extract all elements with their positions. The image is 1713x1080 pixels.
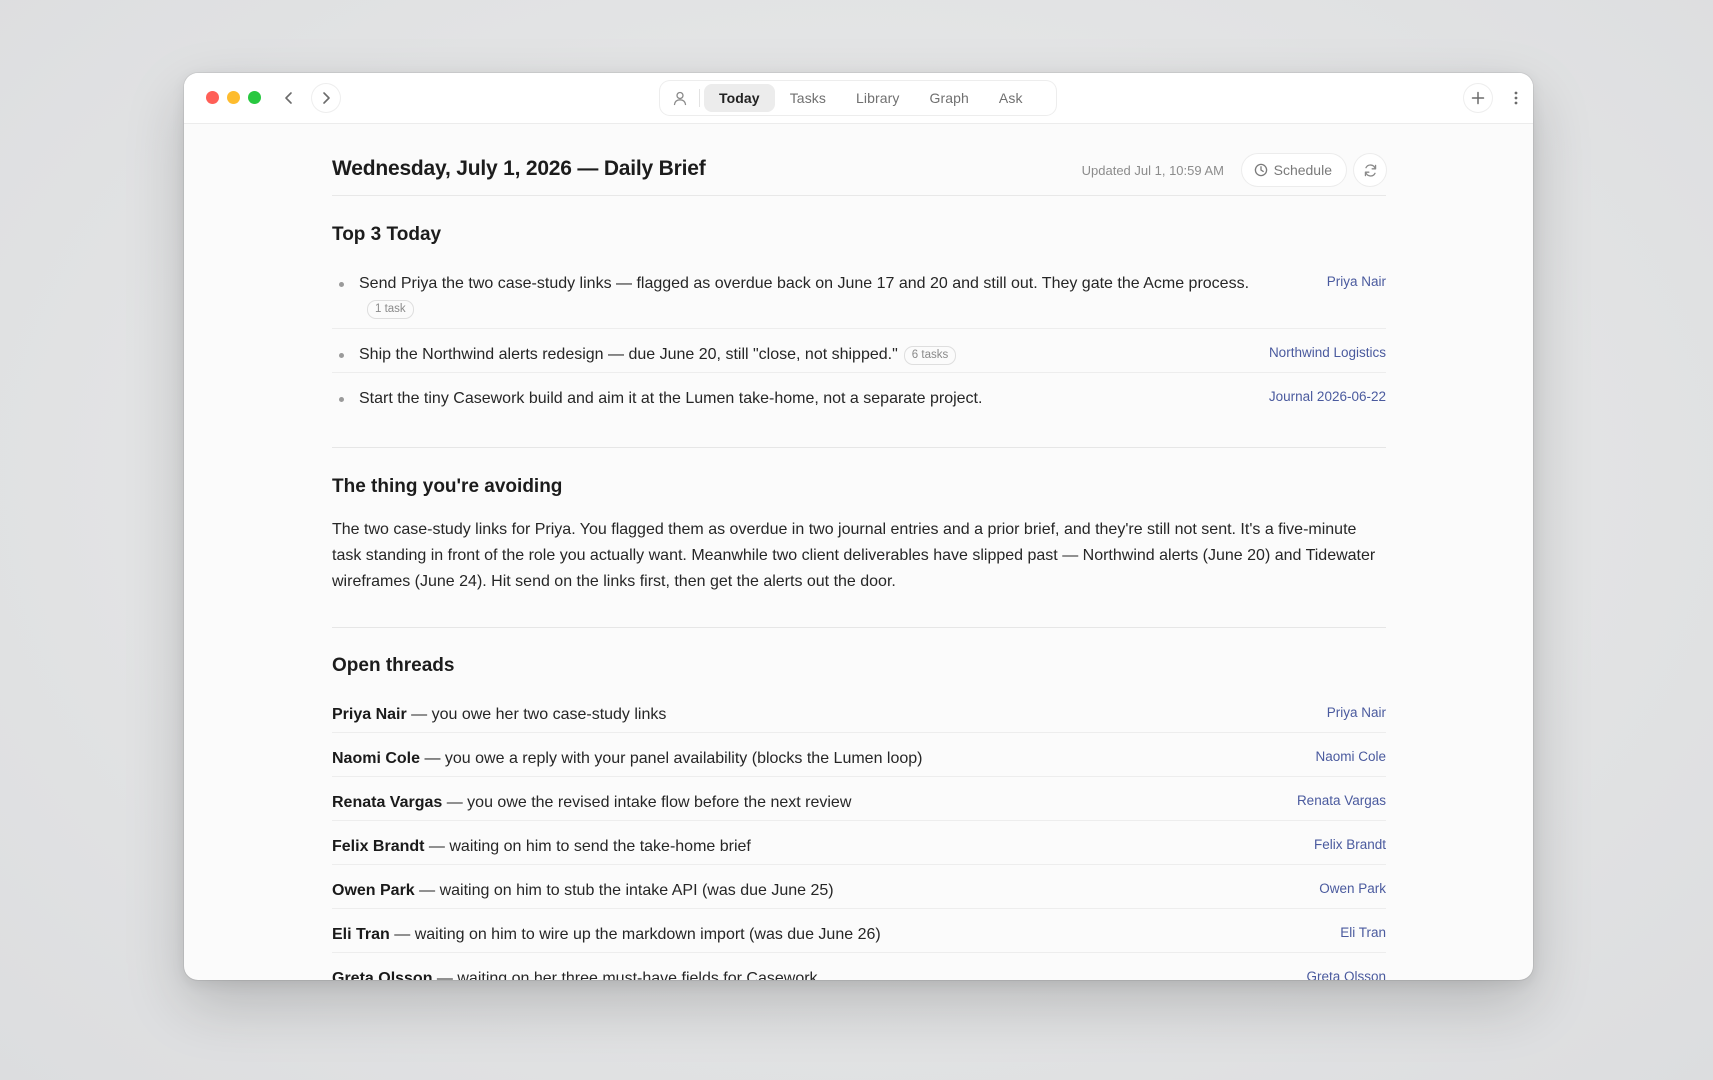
- more-vertical-icon: [1514, 91, 1518, 105]
- thread-detail: — waiting on him to send the take-home b…: [424, 838, 751, 855]
- thread-text: Naomi Cole — you owe a reply with your p…: [332, 748, 923, 770]
- thread-detail: — you owe a reply with your panel availa…: [420, 750, 923, 767]
- thread-detail: — waiting on him to stub the intake API …: [414, 882, 834, 899]
- thread-link[interactable]: Eli Tran: [1340, 925, 1386, 940]
- top3-item-text-wrap: Ship the Northwind alerts redesign — due…: [359, 344, 957, 366]
- thread-person: Renata Vargas: [332, 794, 443, 811]
- task-count-badge[interactable]: 1 task: [367, 300, 414, 319]
- top3-item: Start the tiny Casework build and aim it…: [332, 388, 1386, 416]
- tab-tasks[interactable]: Tasks: [775, 84, 841, 112]
- avoiding-title: The thing you're avoiding: [332, 476, 563, 497]
- top3-item-link[interactable]: Journal 2026-06-22: [1269, 389, 1386, 404]
- section-divider: [332, 447, 1386, 448]
- thread-person: Eli Tran: [332, 926, 390, 943]
- thread-person: Priya Nair: [332, 706, 407, 723]
- threads-title: Open threads: [332, 655, 455, 676]
- thread-row: Felix Brandt — waiting on him to send th…: [332, 836, 1386, 865]
- app-window: Today Tasks Library Graph Ask Wednesday,…: [184, 73, 1533, 980]
- thread-text: Priya Nair — you owe her two case-study …: [332, 704, 666, 726]
- thread-text: Eli Tran — waiting on him to wire up the…: [332, 924, 881, 946]
- add-button[interactable]: [1464, 84, 1492, 112]
- thread-text: Renata Vargas — you owe the revised inta…: [332, 792, 851, 814]
- close-window-button[interactable]: [206, 91, 219, 104]
- thread-detail: — waiting on him to wire up the markdown…: [389, 926, 881, 943]
- tab-separator: [699, 89, 700, 107]
- profile-button[interactable]: [663, 81, 697, 115]
- chevron-right-icon: [323, 92, 330, 104]
- avoiding-body: The two case-study links for Priya. You …: [332, 521, 1376, 590]
- chevron-left-icon: [285, 92, 292, 104]
- plus-icon: [1471, 91, 1485, 105]
- thread-person: Greta Olsson: [332, 970, 433, 980]
- updated-timestamp: Updated Jul 1, 10:59 AM: [1081, 163, 1224, 178]
- top3-title: Top 3 Today: [332, 224, 442, 245]
- user-icon: [673, 91, 687, 106]
- top3-item-link[interactable]: Northwind Logistics: [1269, 345, 1386, 360]
- thread-person: Naomi Cole: [332, 750, 421, 767]
- schedule-label: Schedule: [1273, 162, 1332, 178]
- zoom-window-button[interactable]: [248, 91, 261, 104]
- thread-person: Felix Brandt: [332, 838, 425, 855]
- thread-detail: — you owe her two case-study links: [406, 706, 667, 723]
- top3-item-text: Send Priya the two case-study links — fl…: [359, 275, 1250, 292]
- tab-ask[interactable]: Ask: [984, 84, 1038, 112]
- brief-header: Wednesday, July 1, 2026 — Daily Brief Up…: [332, 151, 1386, 196]
- bullet: [339, 397, 344, 402]
- top3-item-text: Ship the Northwind alerts redesign — due…: [359, 346, 898, 363]
- schedule-button[interactable]: Schedule: [1241, 154, 1346, 186]
- thread-link[interactable]: Renata Vargas: [1297, 793, 1386, 808]
- thread-row: Renata Vargas — you owe the revised inta…: [332, 792, 1386, 821]
- refresh-icon: [1364, 163, 1376, 177]
- thread-link[interactable]: Owen Park: [1319, 881, 1386, 896]
- thread-person: Owen Park: [332, 882, 415, 899]
- tab-bar: Today Tasks Library Graph Ask: [660, 81, 1056, 115]
- tab-graph[interactable]: Graph: [915, 84, 984, 112]
- thread-link[interactable]: Priya Nair: [1327, 705, 1386, 720]
- clock-icon: [1254, 163, 1267, 177]
- thread-row: Naomi Cole — you owe a reply with your p…: [332, 748, 1386, 777]
- tab-library[interactable]: Library: [841, 84, 915, 112]
- page-title: Wednesday, July 1, 2026 — Daily Brief: [332, 157, 706, 180]
- more-menu-button[interactable]: [1502, 84, 1530, 112]
- top3-item: Send Priya the two case-study links — fl…: [332, 273, 1386, 329]
- thread-text: Owen Park — waiting on him to stub the i…: [332, 880, 834, 902]
- thread-text: Felix Brandt — waiting on him to send th…: [332, 836, 751, 858]
- thread-row: Greta Olsson — waiting on her three must…: [332, 968, 1386, 980]
- thread-detail: — waiting on her three must-have fields …: [432, 970, 818, 980]
- thread-link[interactable]: Greta Olsson: [1306, 969, 1386, 980]
- top3-item: Ship the Northwind alerts redesign — due…: [332, 344, 1386, 373]
- bullet: [339, 353, 344, 358]
- thread-row: Eli Tran — waiting on him to wire up the…: [332, 924, 1386, 953]
- title-bar: Today Tasks Library Graph Ask: [184, 73, 1533, 124]
- section-divider: [332, 627, 1386, 628]
- top3-item-link[interactable]: Priya Nair: [1327, 274, 1386, 289]
- thread-detail: — you owe the revised intake flow before…: [442, 794, 852, 811]
- forward-button[interactable]: [312, 84, 340, 112]
- minimize-window-button[interactable]: [227, 91, 240, 104]
- thread-text: Greta Olsson — waiting on her three must…: [332, 968, 818, 980]
- tab-today[interactable]: Today: [704, 84, 775, 112]
- back-button[interactable]: [275, 84, 303, 112]
- thread-link[interactable]: Felix Brandt: [1314, 837, 1386, 852]
- task-count-badge[interactable]: 6 tasks: [903, 346, 957, 365]
- top3-item-text: Start the tiny Casework build and aim it…: [359, 390, 983, 407]
- thread-row: Priya Nair — you owe her two case-study …: [332, 704, 1386, 733]
- thread-link[interactable]: Naomi Cole: [1315, 749, 1386, 764]
- refresh-button[interactable]: [1354, 154, 1386, 186]
- thread-row: Owen Park — waiting on him to stub the i…: [332, 880, 1386, 909]
- bullet: [339, 282, 344, 287]
